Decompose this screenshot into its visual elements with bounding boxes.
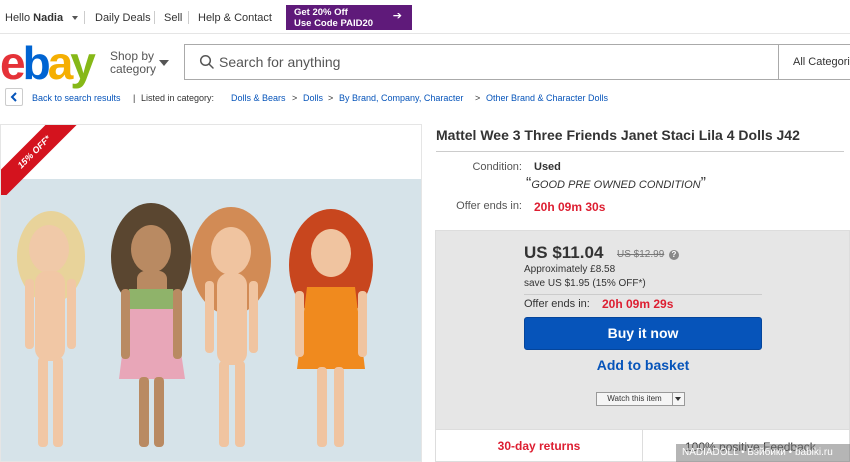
breadcrumb-sep: > — [328, 93, 334, 103]
greeting-text: Hello — [5, 12, 31, 24]
search-bar: All Categories — [184, 44, 850, 80]
returns-badge: 30-day returns — [436, 430, 643, 462]
logo-letter-e: e — [0, 37, 26, 89]
price: US $11.04 — [524, 243, 604, 262]
was-price: US $12.99 — [617, 249, 665, 260]
breadcrumb-divider: | — [133, 93, 136, 103]
breadcrumb-sep: > — [475, 93, 481, 103]
discount-ribbon: 15% OFF* — [1, 125, 91, 195]
breadcrumb-item-by-brand[interactable]: By Brand, Company, Character — [339, 93, 463, 103]
divider — [524, 294, 762, 295]
promo-banner[interactable]: Get 20% Off Use Code PAID20 ➔ — [286, 5, 412, 30]
back-to-search-link[interactable]: Back to search results — [32, 93, 121, 103]
approx-price: Approximately £8.58 — [524, 264, 616, 275]
save-amount: save US $1.95 (15% OFF*) — [524, 278, 646, 289]
buy-it-now-button[interactable]: Buy it now — [524, 317, 762, 350]
sell-link[interactable]: Sell — [164, 12, 182, 24]
greeting[interactable]: Hello Nadia — [5, 12, 79, 24]
condition-note: “GOOD PRE OWNED CONDITION” — [526, 175, 706, 193]
shop-by-category-button[interactable]: Shop by category — [110, 50, 156, 76]
price-box: US $11.04 US $12.99 ? Approximately £8.5… — [435, 230, 850, 430]
back-button[interactable] — [5, 88, 23, 106]
quote-close: ” — [700, 175, 706, 192]
condition-note-text: GOOD PRE OWNED CONDITION — [531, 179, 701, 191]
watermark: NADIADOLL • Бэйбики • babiki.ru — [676, 444, 850, 462]
divider — [84, 11, 85, 24]
item-photo[interactable] — [1, 179, 421, 461]
item-title: Mattel Wee 3 Three Friends Janet Staci L… — [436, 127, 800, 143]
chevron-down-icon[interactable] — [159, 60, 169, 66]
divider — [154, 11, 155, 24]
search-category-select[interactable]: All Categories — [778, 45, 850, 79]
dolls-photo — [1, 179, 421, 461]
offer-ends-label: Offer ends in: — [524, 298, 590, 310]
top-bar: Hello Nadia Daily Deals Sell Help & Cont… — [0, 0, 850, 34]
offer-countdown: 20h 09m 30s — [534, 200, 606, 214]
watch-item-label: Watch this item — [597, 393, 673, 405]
breadcrumb: Back to search results | Listed in categ… — [0, 86, 850, 108]
arrow-right-icon: ➔ — [392, 10, 402, 22]
shop-by-line2: category — [110, 62, 157, 76]
offer-countdown: 20h 09m 29s — [602, 297, 674, 311]
watch-item-button[interactable]: Watch this item — [596, 392, 685, 406]
listed-in-label: Listed in category: — [141, 93, 215, 103]
search-input[interactable] — [219, 45, 779, 79]
logo-letter-b: b — [22, 37, 51, 89]
ebay-logo[interactable]: ebay — [0, 37, 96, 89]
breadcrumb-item-other-brand[interactable]: Other Brand & Character Dolls — [486, 93, 608, 103]
chevron-left-icon — [10, 92, 17, 102]
logo-letter-y: y — [70, 37, 96, 89]
info-icon[interactable]: ? — [669, 250, 679, 260]
divider — [436, 151, 844, 152]
chevron-down-icon[interactable] — [675, 397, 681, 401]
add-to-basket-link[interactable]: Add to basket — [524, 357, 762, 373]
offer-ends-label: Offer ends in: — [456, 200, 522, 212]
condition-value: Used — [534, 161, 561, 173]
help-contact-link[interactable]: Help & Contact — [198, 12, 272, 24]
condition-label: Condition: — [472, 161, 522, 173]
breadcrumb-item-dolls[interactable]: Dolls — [303, 93, 323, 103]
chevron-down-icon — [72, 16, 79, 21]
breadcrumb-item-dolls-bears[interactable]: Dolls & Bears — [231, 93, 286, 103]
user-name: Nadia — [33, 12, 64, 24]
breadcrumb-sep: > — [292, 93, 298, 103]
divider — [188, 11, 189, 24]
item-image-panel[interactable]: 15% OFF* — [0, 124, 422, 462]
discount-ribbon-text: 15% OFF* — [1, 125, 84, 195]
daily-deals-link[interactable]: Daily Deals — [95, 12, 151, 24]
logo-letter-a: a — [47, 37, 74, 89]
search-icon — [199, 54, 214, 69]
